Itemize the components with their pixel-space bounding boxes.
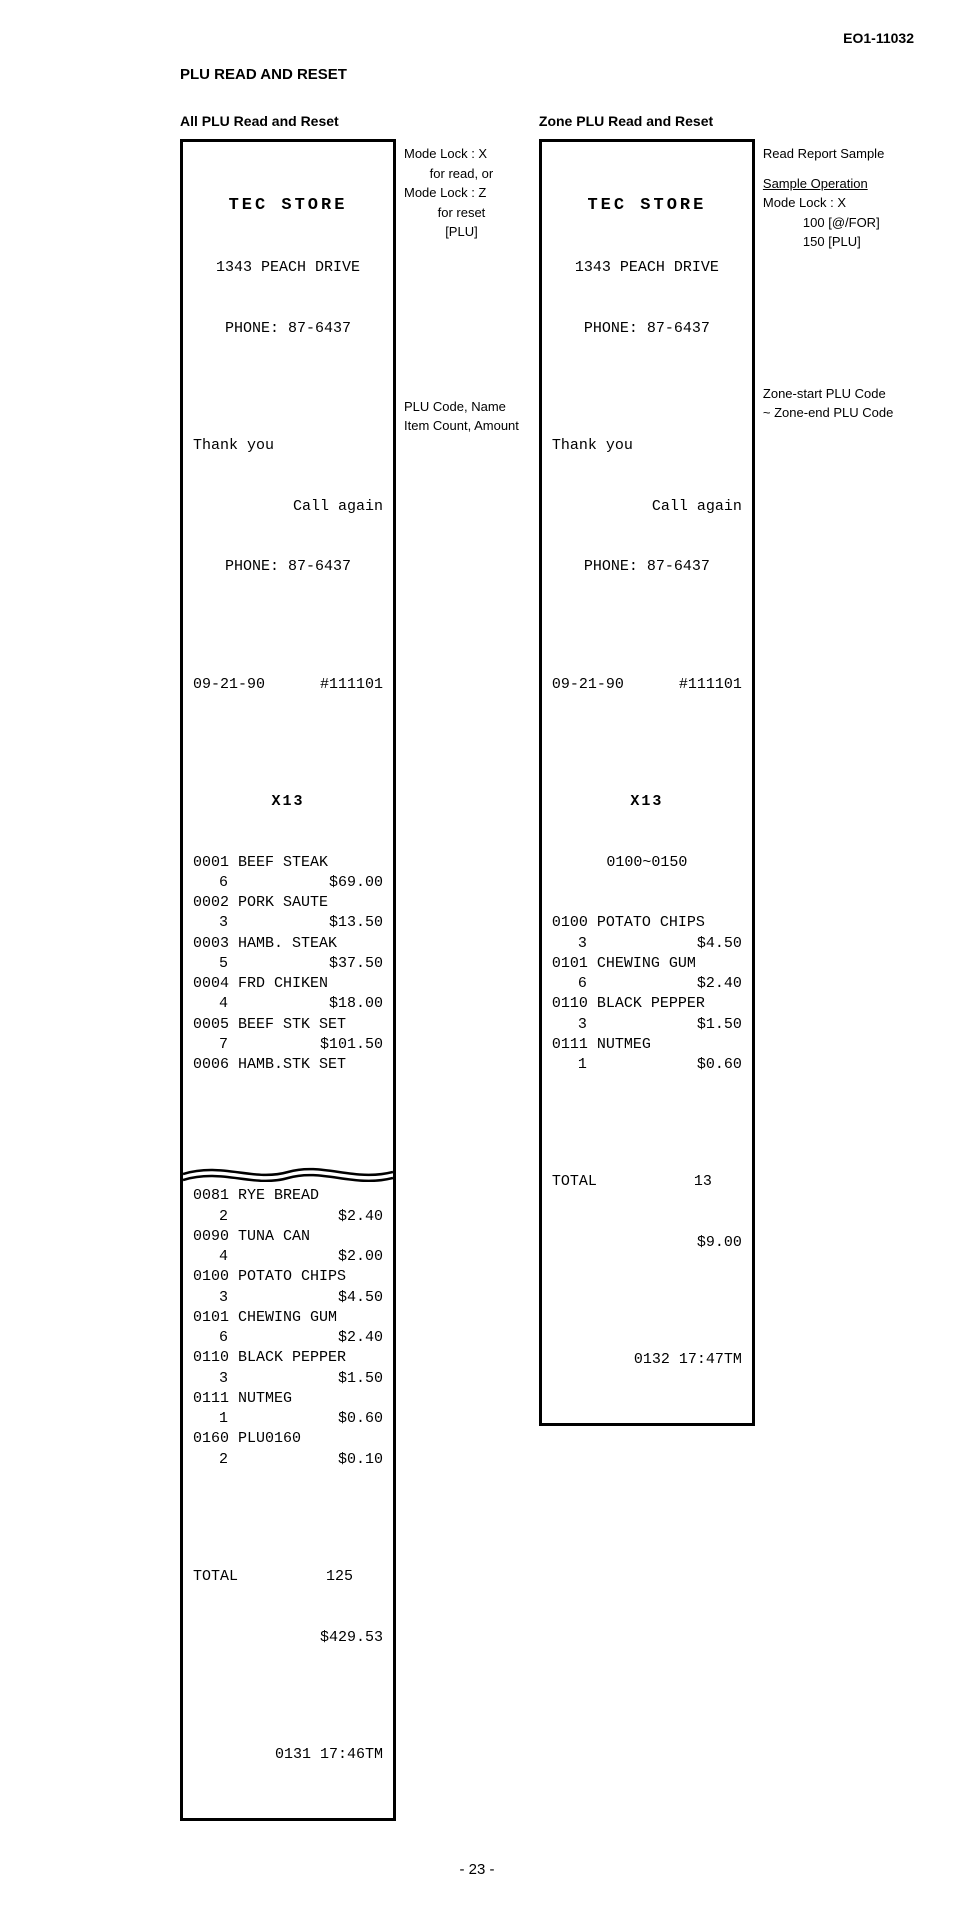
address: 1343 PEACH DRIVE <box>193 258 383 278</box>
call-again: Call again <box>552 497 742 517</box>
note: Mode Lock : X <box>763 194 893 212</box>
total-amount: $9.00 <box>552 1233 742 1253</box>
item-line: 0101 CHEWING GUM <box>193 1308 383 1328</box>
receipt-id: #111101 <box>679 675 742 695</box>
date: 09-21-90 <box>193 675 265 695</box>
thank-you: Thank you <box>193 436 383 456</box>
phone: PHONE: 87-6437 <box>552 319 742 339</box>
item-line: 0005 BEEF STK SET <box>193 1015 383 1035</box>
note: Sample Operation <box>763 175 893 193</box>
date-row: 09-21-90 #111101 <box>552 675 742 695</box>
item-line: 0003 HAMB. STEAK <box>193 934 383 954</box>
item-values: 2$0.10 <box>193 1450 383 1470</box>
note: for reset <box>404 204 519 222</box>
right-receipt: TEC STORE 1343 PEACH DRIVE PHONE: 87-643… <box>539 139 755 1426</box>
store-name: TEC STORE <box>193 195 383 218</box>
receipt-id: #111101 <box>320 675 383 695</box>
note: Zone-start PLU Code <box>763 385 893 403</box>
item-values: 6$2.40 <box>552 974 742 994</box>
note: Read Report Sample <box>763 145 893 163</box>
left-receipt: TEC STORE 1343 PEACH DRIVE PHONE: 87-643… <box>180 139 396 1821</box>
total-label: TOTAL <box>552 1172 612 1192</box>
item-values: 6$69.00 <box>193 873 383 893</box>
items: 0100 POTATO CHIPS3$4.500101 CHEWING GUM6… <box>552 913 742 1075</box>
total-row: TOTAL 13 <box>552 1172 742 1192</box>
right-side-notes: Read Report Sample Sample Operation Mode… <box>763 139 893 1426</box>
item-line: 0160 PLU0160 <box>193 1429 383 1449</box>
date: 09-21-90 <box>552 675 624 695</box>
phone2: PHONE: 87-6437 <box>193 557 383 577</box>
item-line: 0111 NUTMEG <box>552 1035 742 1055</box>
store-name: TEC STORE <box>552 195 742 218</box>
item-values: 3$1.50 <box>193 1369 383 1389</box>
item-line: 0002 PORK SAUTE <box>193 893 383 913</box>
receipt-footer: 0132 17:47TM <box>552 1350 742 1370</box>
x13: X13 <box>552 792 742 812</box>
note: Mode Lock : X <box>404 145 519 163</box>
total-count: 13 <box>612 1172 742 1192</box>
item-line: 0006 HAMB.STK SET <box>193 1055 383 1075</box>
item-values: 6$2.40 <box>193 1328 383 1348</box>
item-line: 0100 POTATO CHIPS <box>193 1267 383 1287</box>
page-number: - 23 - <box>40 1861 914 1878</box>
items-top: 0001 BEEF STEAK6$69.000002 PORK SAUTE3$1… <box>193 853 383 1076</box>
note: Item Count, Amount <box>404 417 519 435</box>
thank-you: Thank you <box>552 436 742 456</box>
date-row: 09-21-90 #111101 <box>193 675 383 695</box>
item-values: 4$2.00 <box>193 1247 383 1267</box>
total-row: TOTAL 125 <box>193 1567 383 1587</box>
tear-line <box>183 1120 393 1142</box>
item-values: 5$37.50 <box>193 954 383 974</box>
item-line: 0110 BLACK PEPPER <box>193 1348 383 1368</box>
items-bottom: 0081 RYE BREAD2$2.400090 TUNA CAN4$2.000… <box>193 1186 383 1470</box>
left-side-notes: Mode Lock : X for read, or Mode Lock : Z… <box>404 139 519 1821</box>
x13: X13 <box>193 792 383 812</box>
note: 150 [PLU] <box>763 233 893 251</box>
item-values: 3$4.50 <box>193 1288 383 1308</box>
phone: PHONE: 87-6437 <box>193 319 383 339</box>
zone-range: 0100~0150 <box>552 853 742 873</box>
note: 100 [@/FOR] <box>763 214 893 232</box>
item-values: 1$0.60 <box>193 1409 383 1429</box>
total-count: 125 <box>253 1567 383 1587</box>
item-line: 0111 NUTMEG <box>193 1389 383 1409</box>
total-label: TOTAL <box>193 1567 253 1587</box>
doc-id: EO1-11032 <box>40 30 914 46</box>
note: [PLU] <box>404 223 519 241</box>
item-values: 3$1.50 <box>552 1015 742 1035</box>
address: 1343 PEACH DRIVE <box>552 258 742 278</box>
left-column: All PLU Read and Reset TEC STORE 1343 PE… <box>180 113 519 1821</box>
item-values: 3$13.50 <box>193 913 383 933</box>
columns: All PLU Read and Reset TEC STORE 1343 PE… <box>180 113 914 1821</box>
note: ~ Zone-end PLU Code <box>763 404 893 422</box>
right-sub-heading: Zone PLU Read and Reset <box>539 113 893 129</box>
right-column: Zone PLU Read and Reset TEC STORE 1343 P… <box>539 113 893 1821</box>
item-line: 0090 TUNA CAN <box>193 1227 383 1247</box>
note: PLU Code, Name <box>404 398 519 416</box>
item-values: 3$4.50 <box>552 934 742 954</box>
item-line: 0110 BLACK PEPPER <box>552 994 742 1014</box>
item-values: 7$101.50 <box>193 1035 383 1055</box>
left-sub-heading: All PLU Read and Reset <box>180 113 519 129</box>
phone2: PHONE: 87-6437 <box>552 557 742 577</box>
call-again: Call again <box>193 497 383 517</box>
note: Mode Lock : Z <box>404 184 519 202</box>
item-line: 0100 POTATO CHIPS <box>552 913 742 933</box>
receipt-footer: 0131 17:46TM <box>193 1745 383 1765</box>
item-line: 0101 CHEWING GUM <box>552 954 742 974</box>
total-amount: $429.53 <box>193 1628 383 1648</box>
note: for read, or <box>404 165 519 183</box>
item-values: 1$0.60 <box>552 1055 742 1075</box>
main-heading: PLU READ AND RESET <box>180 66 914 83</box>
item-values: 4$18.00 <box>193 994 383 1014</box>
item-line: 0001 BEEF STEAK <box>193 853 383 873</box>
item-line: 0004 FRD CHIKEN <box>193 974 383 994</box>
